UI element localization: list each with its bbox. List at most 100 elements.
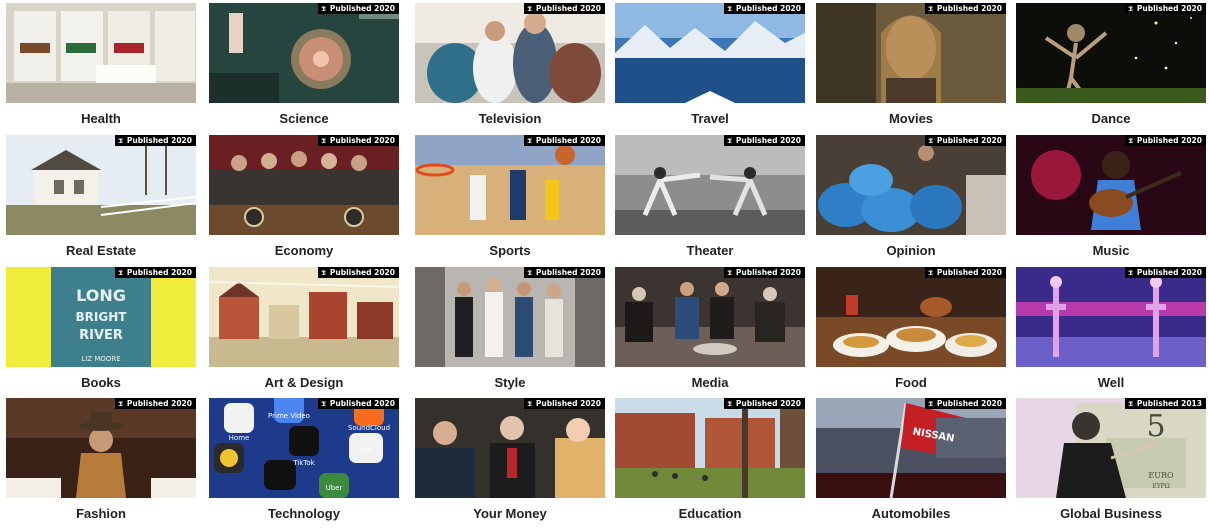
nyt-logo-icon: 𝕿	[527, 4, 532, 13]
section-tile-television[interactable]: 𝕿 Published 2020 Television	[415, 3, 605, 129]
dancer-photo[interactable]	[1016, 3, 1206, 103]
section-label[interactable]: Science	[209, 109, 399, 129]
section-label[interactable]: Style	[415, 373, 605, 393]
section-tile-style[interactable]: 𝕿 Published 2020 Style	[415, 267, 605, 393]
section-label[interactable]: Theater	[615, 241, 805, 261]
crowd-photo[interactable]	[415, 3, 605, 103]
section-label[interactable]: Media	[615, 373, 805, 393]
street-photo[interactable]	[415, 267, 605, 367]
section-label[interactable]: Food	[816, 373, 1006, 393]
section-tile-art-design[interactable]: 𝕿 Published 2020 Art & Design	[209, 267, 399, 393]
basketball-photo-image	[415, 135, 605, 235]
section-label[interactable]: Movies	[816, 109, 1006, 129]
phone-apps-photo[interactable]: Prime Video SoundCloud TikTok abc Uber Home	[209, 398, 399, 498]
section-tile-fashion[interactable]: 𝕿 Published 2020 Fashion	[6, 398, 196, 524]
section-tile-theater[interactable]: 𝕿 Published 2020 Theater	[615, 135, 805, 261]
cowboy-photo[interactable]	[6, 398, 196, 498]
section-tile-well[interactable]: 𝕿 Published 2020 Well	[1016, 267, 1206, 393]
section-tile-dance[interactable]: 𝕿 Published 2020 Dance	[1016, 3, 1206, 129]
guitarist-photo-image	[1016, 135, 1206, 235]
nyt-logo-icon: 𝕿	[928, 4, 933, 13]
section-tile-books[interactable]: LONG BRIGHT RIVER LIZ MOORE 𝕿 Published 2…	[6, 267, 196, 393]
section-label[interactable]: Economy	[209, 241, 399, 261]
street-photo-image	[415, 267, 605, 367]
bags-photo[interactable]	[816, 135, 1006, 235]
actress-photo[interactable]	[816, 3, 1006, 103]
section-tile-your-money[interactable]: 𝕿 Published 2020 Your Money	[415, 398, 605, 524]
section-label[interactable]: Technology	[209, 504, 399, 524]
section-tile-music[interactable]: 𝕿 Published 2020 Music	[1016, 135, 1206, 261]
section-tile-health[interactable]: Health	[6, 3, 196, 129]
nyt-logo-icon: 𝕿	[727, 399, 732, 408]
section-label[interactable]: Real Estate	[6, 241, 196, 261]
food-photo[interactable]	[816, 267, 1006, 367]
published-badge: 𝕿 Published 2020	[1125, 267, 1206, 278]
banknote-text-0: 5	[1146, 409, 1165, 444]
fencing-photo[interactable]	[615, 135, 805, 235]
published-badge: 𝕿 Published 2020	[925, 267, 1006, 278]
nissan-flag-photo[interactable]: NISSAN	[816, 398, 1006, 498]
published-badge: 𝕿 Published 2020	[925, 135, 1006, 146]
section-label[interactable]: Health	[6, 109, 196, 129]
skaters-photo-image	[1016, 267, 1206, 367]
book-cover-photo[interactable]: LONG BRIGHT RIVER LIZ MOORE	[6, 267, 196, 367]
section-tile-movies[interactable]: 𝕿 Published 2020 Movies	[816, 3, 1006, 129]
published-badge: 𝕿 Published 2020	[115, 398, 196, 409]
section-label[interactable]: Opinion	[816, 241, 1006, 261]
section-label[interactable]: Television	[415, 109, 605, 129]
campus-photo[interactable]	[615, 398, 805, 498]
banknote-photo[interactable]: 5 EURO EYPΩ	[1016, 398, 1206, 498]
published-badge: 𝕿 Published 2013	[1125, 398, 1206, 409]
published-date: Published 2020	[535, 268, 601, 277]
section-label[interactable]: Dance	[1016, 109, 1206, 129]
section-tile-opinion[interactable]: 𝕿 Published 2020 Opinion	[816, 135, 1006, 261]
published-badge: 𝕿 Published 2020	[524, 135, 605, 146]
published-date: Published 2020	[126, 399, 192, 408]
published-date: Published 2020	[735, 136, 801, 145]
mountains-photo[interactable]	[615, 3, 805, 103]
section-label[interactable]: Fashion	[6, 504, 196, 524]
section-label[interactable]: Automobiles	[816, 504, 1006, 524]
nyt-logo-icon: 𝕿	[118, 399, 123, 408]
book-title-line-1: LONG	[76, 286, 126, 305]
section-tile-technology[interactable]: Prime Video SoundCloud TikTok abc Uber Home 𝕿…	[209, 398, 399, 524]
section-tile-education[interactable]: 𝕿 Published 2020 Education	[615, 398, 805, 524]
farmhouse-photo[interactable]	[6, 135, 196, 235]
basketball-photo[interactable]	[415, 135, 605, 235]
published-badge: 𝕿 Published 2020	[1125, 135, 1206, 146]
section-label[interactable]: Music	[1016, 241, 1206, 261]
section-tile-science[interactable]: 𝕿 Published 2020 Science	[209, 3, 399, 129]
section-tile-travel[interactable]: 𝕿 Published 2020 Travel	[615, 3, 805, 129]
section-label[interactable]: Education	[615, 504, 805, 524]
published-date: Published 2013	[1136, 399, 1202, 408]
section-label[interactable]: Books	[6, 373, 196, 393]
section-label[interactable]: Well	[1016, 373, 1206, 393]
section-tile-economy[interactable]: 𝕿 Published 2020 Economy	[209, 135, 399, 261]
app-label-2: TikTok	[292, 459, 315, 467]
guitarist-photo[interactable]	[1016, 135, 1206, 235]
nyt-logo-icon: 𝕿	[118, 268, 123, 277]
section-tile-global-business[interactable]: 5 EURO EYPΩ 𝕿 Published 2013 Global Busines…	[1016, 398, 1206, 524]
nyt-logo-icon: 𝕿	[1128, 268, 1133, 277]
nyt-logo-icon: 𝕿	[727, 268, 732, 277]
section-label[interactable]: Travel	[615, 109, 805, 129]
skaters-photo[interactable]	[1016, 267, 1206, 367]
section-label[interactable]: Sports	[415, 241, 605, 261]
section-tile-food[interactable]: 𝕿 Published 2020 Food	[816, 267, 1006, 393]
section-label[interactable]: Art & Design	[209, 373, 399, 393]
section-tile-real-estate[interactable]: 𝕿 Published 2020 Real Estate	[6, 135, 196, 261]
painting-photo[interactable]	[209, 267, 399, 367]
circuit-photo[interactable]	[209, 3, 399, 103]
published-badge: 𝕿 Published 2020	[115, 135, 196, 146]
published-date: Published 2020	[329, 399, 395, 408]
vape-pods-photo[interactable]	[6, 3, 196, 103]
section-tile-automobiles[interactable]: NISSAN 𝕿 Published 2020 Automobiles	[816, 398, 1006, 524]
section-label[interactable]: Your Money	[415, 504, 605, 524]
section-tile-sports[interactable]: 𝕿 Published 2020 Sports	[415, 135, 605, 261]
section-tile-media[interactable]: 𝕿 Published 2020 Media	[615, 267, 805, 393]
signing-photo[interactable]	[209, 135, 399, 235]
fencing-photo-image	[615, 135, 805, 235]
investor-photo[interactable]	[415, 398, 605, 498]
section-label[interactable]: Global Business	[1016, 504, 1206, 524]
interview-photo[interactable]	[615, 267, 805, 367]
